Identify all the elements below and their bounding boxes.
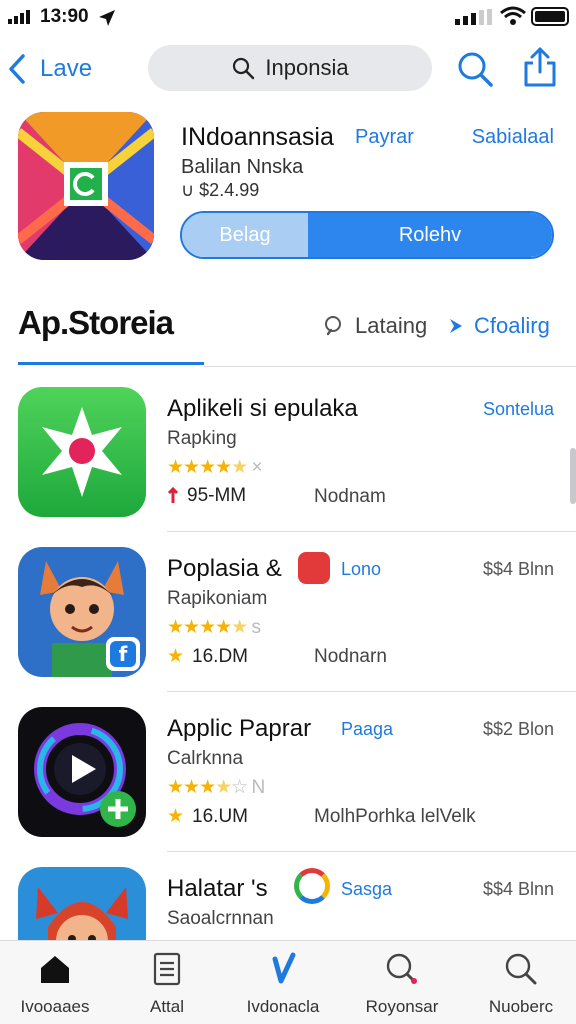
app-size: ★ 16.DM — [167, 645, 249, 668]
tab-updates[interactable]: Ivdonacla — [228, 951, 338, 1021]
section-divider — [204, 366, 576, 367]
back-button[interactable]: Lave — [6, 52, 92, 86]
down-arrow-icon — [167, 487, 179, 503]
search-icon — [505, 953, 537, 985]
status-bar: 13:90 — [0, 0, 576, 34]
tab-home[interactable]: Ivooaaes — [0, 951, 110, 1021]
checkmark-icon — [272, 952, 296, 984]
document-icon — [153, 952, 181, 986]
app-note: MolhPorhka lelVelk — [314, 806, 476, 827]
app-size: 95-MM — [167, 485, 246, 507]
app-icon — [18, 707, 146, 837]
featured-app-price: ∪ $2.4.99 — [181, 180, 260, 200]
app-note: Nodnarn — [314, 646, 387, 667]
home-icon — [41, 956, 69, 983]
tab-documents[interactable]: Attal — [112, 951, 222, 1021]
filter-label: Cfoalirg — [474, 313, 550, 338]
tab-account[interactable]: Royonsar — [347, 951, 457, 1021]
app-subtitle: Saoalcrnnan — [167, 908, 274, 929]
app-subtitle: Calrknna — [167, 748, 244, 769]
app-title: Aplikeli si epulaka — [167, 395, 358, 422]
app-price: $$4 Blnn — [482, 879, 554, 899]
wifi-icon — [500, 6, 526, 25]
section-header: Ap.Storeia Lataing Cfoalirg — [0, 296, 576, 368]
search-button-icon[interactable] — [456, 50, 494, 88]
signal-icon — [8, 10, 30, 24]
app-icon — [18, 387, 146, 517]
cellular-signal-icon — [455, 9, 492, 25]
featured-app-tag[interactable]: Payrar — [355, 126, 414, 149]
battery-icon — [531, 7, 569, 26]
featured-app-action-group: Belag Rolehv — [180, 211, 554, 259]
nav-bar: Lave Inponsia — [0, 40, 576, 98]
svg-text:f: f — [119, 642, 128, 666]
featured-app-link[interactable]: Sabialaal — [472, 126, 554, 149]
section-title[interactable]: Ap.Storeia — [18, 304, 174, 342]
app-tag[interactable]: Sasga — [341, 879, 392, 900]
rating-stars: ★★★★★ × — [167, 457, 263, 478]
app-badge-icon — [298, 552, 330, 584]
app-size: ★ 16.UM — [167, 805, 249, 828]
app-badge-icon — [294, 868, 330, 904]
filter-button[interactable]: Cfoalirg — [448, 313, 550, 339]
featured-app-icon — [18, 112, 154, 260]
list-item[interactable]: Applic Paprar Paaga $$2 Blon Calrknna ★★… — [0, 698, 576, 858]
share-icon[interactable] — [520, 46, 560, 88]
section-tab-indicator — [18, 362, 204, 365]
status-time: 13:90 — [40, 6, 89, 27]
app-subtitle: Rapking — [167, 428, 237, 449]
search-icon — [325, 316, 341, 336]
rating-stars: ★★★★★ s — [167, 617, 261, 638]
app-note: Nodnam — [314, 486, 386, 507]
app-title: Poplasia & — [167, 555, 282, 582]
search-text: Inponsia — [265, 55, 349, 80]
star-icon: ★ — [167, 646, 185, 667]
row-divider — [167, 531, 576, 532]
featured-app-title: INdoannsasia — [181, 123, 334, 151]
tab-bar: Ivooaaes Attal Ivdonacla Royonsar Nuober… — [0, 940, 576, 1024]
search-person-icon — [386, 953, 417, 984]
row-divider — [167, 691, 576, 692]
app-tag[interactable]: Lono — [341, 559, 381, 580]
app-action-link[interactable]: Sontelua — [483, 399, 554, 420]
featured-primary-button[interactable]: Rolehv — [308, 213, 552, 257]
app-subtitle: Rapikoniam — [167, 588, 268, 609]
back-label: Lave — [40, 55, 93, 82]
featured-app[interactable]: INdoannsasia Payrar Sabialaal Balilan Nn… — [0, 110, 576, 270]
play-arrow-icon — [450, 319, 462, 333]
list-item[interactable]: Aplikeli si epulaka Sontelua Rapking ★★★… — [0, 378, 576, 538]
app-price: $$4 Blnn — [482, 559, 554, 579]
chevron-left-icon — [9, 54, 25, 84]
row-divider — [167, 851, 576, 852]
list-item[interactable]: f Poplasia & Lono $$4 Blnn Rapikoniam ★★… — [0, 538, 576, 698]
tab-search[interactable]: Nuoberc — [466, 951, 576, 1021]
app-price: $$2 Blon — [482, 719, 554, 739]
search-icon — [233, 57, 255, 80]
app-title: Applic Paprar — [167, 715, 312, 742]
sort-label: Lataing — [355, 313, 428, 338]
search-field[interactable]: Inponsia — [148, 45, 432, 91]
app-tag[interactable]: Paaga — [341, 719, 393, 740]
app-icon: f — [18, 547, 146, 677]
rating-stars: ★★★★☆ N — [167, 777, 265, 798]
featured-app-subtitle: Balilan Nnska — [181, 156, 304, 178]
star-icon: ★ — [167, 806, 185, 827]
app-title: Halatar 's — [167, 875, 268, 902]
featured-secondary-button[interactable]: Belag — [182, 213, 308, 257]
sort-button[interactable]: Lataing — [323, 313, 427, 339]
location-arrow-icon — [99, 10, 115, 26]
